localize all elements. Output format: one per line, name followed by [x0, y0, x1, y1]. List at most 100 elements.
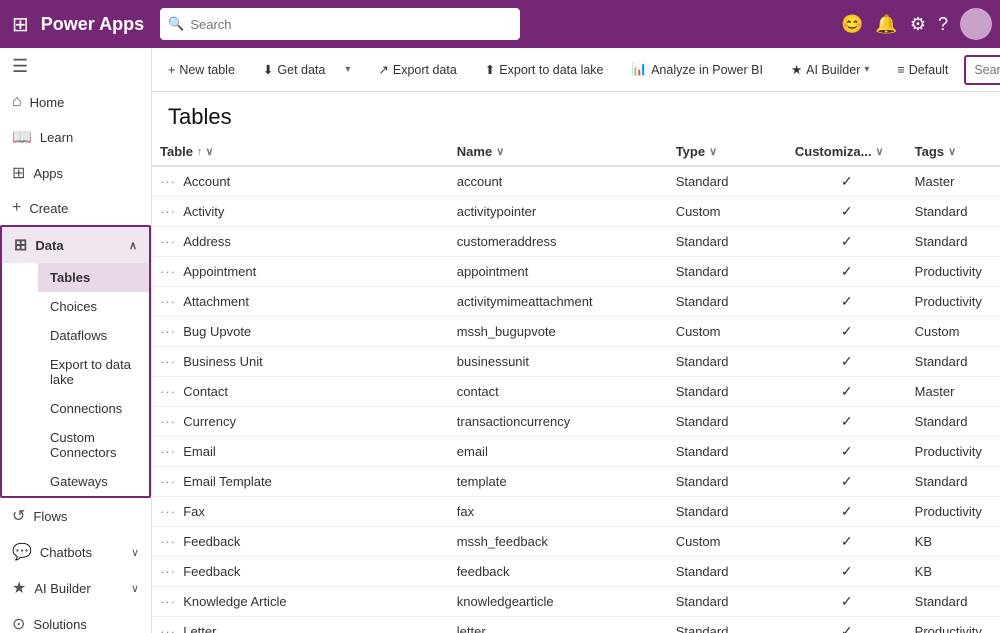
user-avatar[interactable] — [960, 8, 992, 40]
row-dots-8[interactable]: ··· — [160, 414, 176, 429]
grid-icon[interactable]: ⊞ — [8, 8, 33, 41]
tags-sort-icon[interactable]: ∨ — [948, 145, 956, 158]
row-dots-10[interactable]: ··· — [160, 474, 176, 489]
ai-builder-toolbar-button[interactable]: ★ AI Builder ▾ — [783, 58, 877, 81]
col-header-tags[interactable]: Tags ∨ — [907, 138, 1000, 166]
checkmark-9: ✓ — [841, 443, 853, 459]
row-dots-5[interactable]: ··· — [160, 324, 176, 339]
face-icon[interactable]: 😊 — [841, 14, 863, 35]
sidebar-item-data[interactable]: ⊞ Data ∧ — [2, 227, 149, 263]
new-table-button[interactable]: + New table — [160, 59, 243, 81]
cell-name-5: mssh_bugupvote — [449, 317, 668, 347]
row-dots-11[interactable]: ··· — [160, 504, 176, 519]
custom-sort-icon[interactable]: ∨ — [875, 145, 883, 158]
row-dots-3[interactable]: ··· — [160, 264, 176, 279]
cell-table-13: ··· Feedback — [152, 557, 449, 587]
global-search-input[interactable] — [190, 17, 512, 32]
sidebar-sub-connections[interactable]: Connections — [38, 394, 149, 423]
row-dots-4[interactable]: ··· — [160, 294, 176, 309]
cell-name-9: email — [449, 437, 668, 467]
cell-custom-5: ✓ — [787, 317, 907, 347]
default-icon: ≡ — [897, 63, 904, 77]
row-dots-6[interactable]: ··· — [160, 354, 176, 369]
data-section-outline: ⊞ Data ∧ Tables Choices Dataflows Export… — [0, 225, 151, 498]
sidebar-label-home: Home — [30, 95, 65, 110]
sidebar-sub-tables[interactable]: Tables — [38, 263, 149, 292]
page-title: Tables — [152, 92, 1000, 138]
row-dots-14[interactable]: ··· — [160, 594, 176, 609]
table-row[interactable]: ··· Appointment appointment Standard ✓ P… — [152, 257, 1000, 287]
cell-type-12: Custom — [668, 527, 787, 557]
row-dots-2[interactable]: ··· — [160, 234, 176, 249]
row-dots-7[interactable]: ··· — [160, 384, 176, 399]
name-sort-icon[interactable]: ∨ — [496, 145, 504, 158]
table-row[interactable]: ··· Email Template template Standard ✓ S… — [152, 467, 1000, 497]
analyze-button[interactable]: 📊 Analyze in Power BI — [624, 58, 771, 81]
cell-name-6: businessunit — [449, 347, 668, 377]
table-row[interactable]: ··· Feedback mssh_feedback Custom ✓ KB — [152, 527, 1000, 557]
sidebar-sub-choices[interactable]: Choices — [38, 292, 149, 321]
table-row[interactable]: ··· Contact contact Standard ✓ Master — [152, 377, 1000, 407]
table-search-input[interactable] — [964, 55, 1000, 85]
sidebar-item-learn[interactable]: 📖 Learn — [0, 119, 151, 155]
export-lake-button[interactable]: ⬆ Export to data lake — [477, 58, 612, 81]
sidebar-sub-custom-connectors[interactable]: Custom Connectors — [38, 423, 149, 467]
table-row[interactable]: ··· Attachment activitymimeattachment St… — [152, 287, 1000, 317]
row-dots-15[interactable]: ··· — [160, 624, 176, 633]
sidebar-label-solutions: Solutions — [33, 617, 86, 632]
row-dots-0[interactable]: ··· — [160, 174, 176, 189]
table-row[interactable]: ··· Currency transactioncurrency Standar… — [152, 407, 1000, 437]
table-row[interactable]: ··· Feedback feedback Standard ✓ KB — [152, 557, 1000, 587]
row-dots-1[interactable]: ··· — [160, 204, 176, 219]
table-row[interactable]: ··· Bug Upvote mssh_bugupvote Custom ✓ C… — [152, 317, 1000, 347]
table-row[interactable]: ··· Business Unit businessunit Standard … — [152, 347, 1000, 377]
cell-name-2: customeraddress — [449, 227, 668, 257]
bell-icon[interactable]: 🔔 — [875, 14, 897, 35]
app-title: Power Apps — [41, 14, 144, 35]
sidebar-item-apps[interactable]: ⊞ Apps — [0, 155, 151, 191]
sidebar-item-ai-builder[interactable]: ★ AI Builder ∨ — [0, 570, 151, 606]
col-header-table[interactable]: Table ↑ ∨ — [152, 138, 449, 166]
cell-custom-1: ✓ — [787, 197, 907, 227]
table-row[interactable]: ··· Email email Standard ✓ Productivity — [152, 437, 1000, 467]
row-dots-9[interactable]: ··· — [160, 444, 176, 459]
sidebar-item-flows[interactable]: ↺ Flows — [0, 498, 151, 534]
sidebar-sub-gateways[interactable]: Gateways — [38, 467, 149, 496]
sidebar-sub-export-lake[interactable]: Export to data lake — [38, 350, 149, 394]
sidebar-item-solutions[interactable]: ⊙ Solutions — [0, 606, 151, 633]
sidebar-item-home[interactable]: ⌂ Home — [0, 85, 151, 119]
ai-builder-chevron-icon: ∨ — [131, 582, 139, 595]
cell-tags-14: Standard — [907, 587, 1000, 617]
table-row[interactable]: ··· Activity activitypointer Custom ✓ St… — [152, 197, 1000, 227]
cell-table-0: ··· Account — [152, 166, 449, 197]
get-data-button[interactable]: ⬇ Get data — [255, 58, 333, 81]
cell-type-1: Custom — [668, 197, 787, 227]
content-area: + New table ⬇ Get data ▾ ↗ Export data ⬆… — [152, 48, 1000, 633]
global-search-box[interactable]: 🔍 — [160, 8, 520, 40]
table-row[interactable]: ··· Fax fax Standard ✓ Productivity — [152, 497, 1000, 527]
get-data-dropdown[interactable]: ▾ — [337, 60, 358, 79]
help-icon[interactable]: ? — [938, 14, 948, 35]
sidebar-sub-dataflows[interactable]: Dataflows — [38, 321, 149, 350]
ai-builder-icon: ★ — [12, 578, 26, 598]
settings-icon[interactable]: ⚙ — [910, 14, 926, 35]
sidebar-item-create[interactable]: + Create — [0, 191, 151, 225]
table-row[interactable]: ··· Address customeraddress Standard ✓ S… — [152, 227, 1000, 257]
col-header-name[interactable]: Name ∨ — [449, 138, 668, 166]
checkmark-8: ✓ — [841, 413, 853, 429]
table-sort-icon[interactable]: ↑ ∨ — [197, 145, 214, 158]
export-data-button[interactable]: ↗ Export data — [370, 58, 464, 81]
table-row[interactable]: ··· Account account Standard ✓ Master — [152, 166, 1000, 197]
table-row[interactable]: ··· Letter letter Standard ✓ Productivit… — [152, 617, 1000, 633]
table-row[interactable]: ··· Knowledge Article knowledgearticle S… — [152, 587, 1000, 617]
col-header-type[interactable]: Type ∨ — [668, 138, 787, 166]
sidebar-toggle[interactable]: ☰ — [0, 48, 151, 85]
default-button[interactable]: ≡ Default — [889, 59, 956, 81]
row-dots-13[interactable]: ··· — [160, 564, 176, 579]
type-sort-icon[interactable]: ∨ — [709, 145, 717, 158]
col-header-customizable[interactable]: Customiza... ∨ — [787, 138, 907, 166]
cell-type-0: Standard — [668, 166, 787, 197]
row-dots-12[interactable]: ··· — [160, 534, 176, 549]
sidebar-item-chatbots[interactable]: 💬 Chatbots ∨ — [0, 534, 151, 570]
sidebar-label-apps: Apps — [33, 166, 63, 181]
